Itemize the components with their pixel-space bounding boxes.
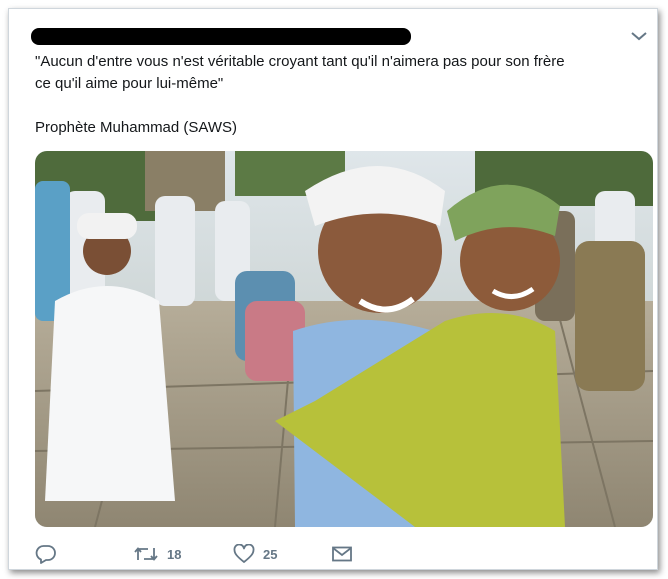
tweet-card: "Aucun d'entre vous n'est véritable croy… (8, 8, 658, 570)
tweet-menu-button[interactable] (629, 29, 649, 43)
reply-icon (35, 545, 56, 564)
like-button[interactable]: 25 (233, 542, 277, 566)
redacted-author-name (31, 28, 411, 45)
reply-button[interactable] (35, 542, 57, 566)
tweet-actions: 18 25 (35, 542, 635, 566)
photo-boys-hugging (35, 151, 653, 527)
chevron-down-icon (631, 32, 647, 41)
retweet-button[interactable]: 18 (133, 542, 181, 566)
envelope-icon (332, 546, 352, 562)
heart-icon (233, 544, 255, 563)
tweet-photo[interactable] (35, 151, 653, 527)
tweet-text: "Aucun d'entre vous n'est véritable croy… (35, 53, 565, 136)
retweet-count: 18 (167, 546, 182, 562)
retweet-icon (134, 547, 158, 561)
direct-message-button[interactable] (331, 542, 353, 566)
like-count: 25 (263, 546, 278, 562)
